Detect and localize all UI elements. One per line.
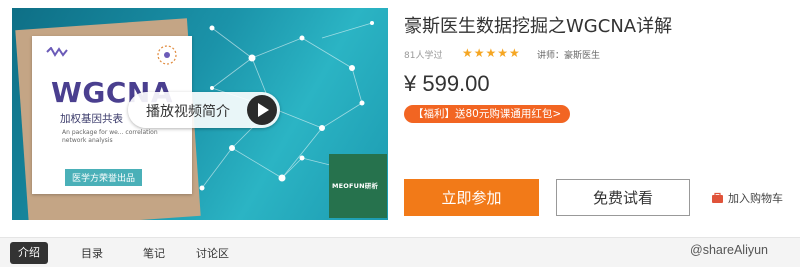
course-price: ¥ 599.00 [404, 71, 490, 96]
add-to-cart-link[interactable]: 加入购物车 [711, 190, 783, 206]
tab-intro[interactable]: 介绍 [10, 242, 48, 264]
dots-logo-icon [157, 45, 177, 65]
play-icon[interactable] [247, 95, 277, 125]
course-title: 豪斯医生数据挖掘之WGCNA详解 [404, 16, 673, 37]
producer-badge: 医学方荣誉出品 [65, 169, 143, 186]
watermark: @shareAliyun [690, 243, 769, 257]
free-trial-button[interactable]: 免费试看 [556, 179, 690, 216]
brand-logo: MEOFUN研析 [329, 154, 387, 218]
cover-subtitle: 加权基因共表 [60, 113, 123, 125]
promo-coupon-badge[interactable]: 【福利】送80元购课通用红包> [404, 105, 571, 123]
add-to-cart-label: 加入购物车 [728, 192, 783, 205]
play-intro-button[interactable]: 播放视频简介 [128, 92, 280, 128]
learner-count: 81人学过 [404, 51, 443, 61]
course-cover[interactable]: WGCNA 加权基因共表 An package for we... correl… [12, 8, 388, 220]
tab-notes[interactable]: 笔记 [143, 245, 165, 261]
play-intro-label: 播放视频简介 [146, 104, 230, 120]
join-now-button[interactable]: 立即参加 [404, 179, 539, 216]
rating-stars-icon: ★★★★★ [462, 46, 521, 60]
brand-logo-text: MEOFUN研析 [332, 182, 379, 190]
teacher-name[interactable]: 讲师：豪斯医生 [537, 48, 600, 61]
cart-icon [712, 192, 723, 203]
wave-logo-icon [46, 47, 68, 57]
tab-catalog[interactable]: 目录 [81, 245, 103, 261]
course-tab-bar: 介绍 目录 笔记 讨论区 [0, 237, 800, 267]
cover-description: An package for we... correlation network… [62, 129, 158, 144]
tab-discussion[interactable]: 讨论区 [196, 245, 229, 261]
